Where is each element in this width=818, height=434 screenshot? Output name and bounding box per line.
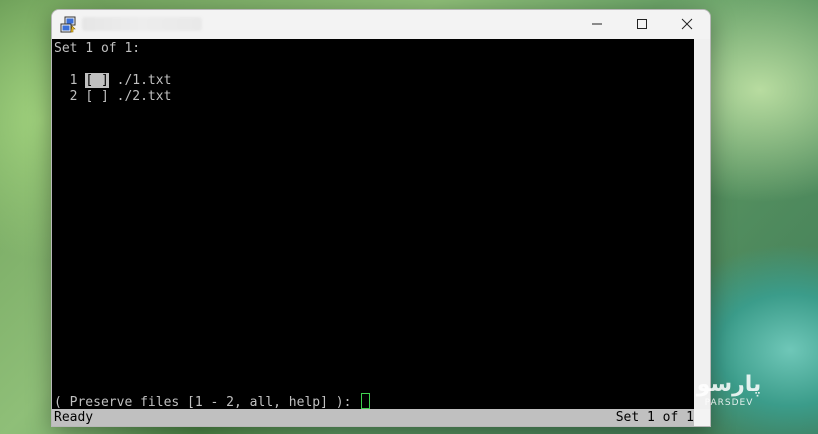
- terminal-window: Set 1 of 1: 1 [ ] ./1.txt 2 [ ] ./2.txt …: [51, 9, 711, 427]
- file-path: ./2.txt: [116, 89, 172, 104]
- status-set-indicator: Set 1 of 1: [615, 410, 694, 425]
- putty-icon[interactable]: [60, 16, 78, 34]
- watermark-glyph: پارسو: [696, 372, 763, 397]
- file-row-2[interactable]: 2 [ ] ./2.txt: [54, 89, 172, 105]
- maximize-icon: [636, 15, 648, 34]
- maximize-button[interactable]: [619, 10, 665, 39]
- title-bar[interactable]: [52, 10, 710, 39]
- prompt-text: ( Preserve files [1 - 2, all, help] ):: [54, 395, 360, 410]
- status-bar: Ready Set 1 of 1: [52, 409, 694, 426]
- watermark-logo: پارسو PARSDEV: [694, 372, 764, 416]
- file-checkbox[interactable]: [ ]: [85, 89, 108, 104]
- terminal-output[interactable]: Set 1 of 1: 1 [ ] ./1.txt 2 [ ] ./2.txt …: [52, 39, 694, 410]
- close-icon: [681, 15, 693, 34]
- prompt-line[interactable]: ( Preserve files [1 - 2, all, help] ):: [54, 393, 371, 410]
- scrollbar[interactable]: [694, 39, 710, 409]
- file-row-1[interactable]: 1 [ ] ./1.txt: [54, 73, 171, 89]
- minimize-icon: [591, 15, 603, 34]
- status-text: Ready: [54, 410, 94, 425]
- close-button[interactable]: [664, 10, 710, 39]
- minimize-button[interactable]: [574, 10, 620, 39]
- set-header: Set 1 of 1:: [54, 41, 141, 56]
- file-checkbox-selected[interactable]: [ ]: [85, 73, 109, 88]
- watermark-text: PARSDEV: [704, 398, 754, 408]
- file-path: ./1.txt: [116, 73, 172, 88]
- text-cursor[interactable]: [361, 393, 371, 409]
- window-title-redacted: [82, 17, 202, 31]
